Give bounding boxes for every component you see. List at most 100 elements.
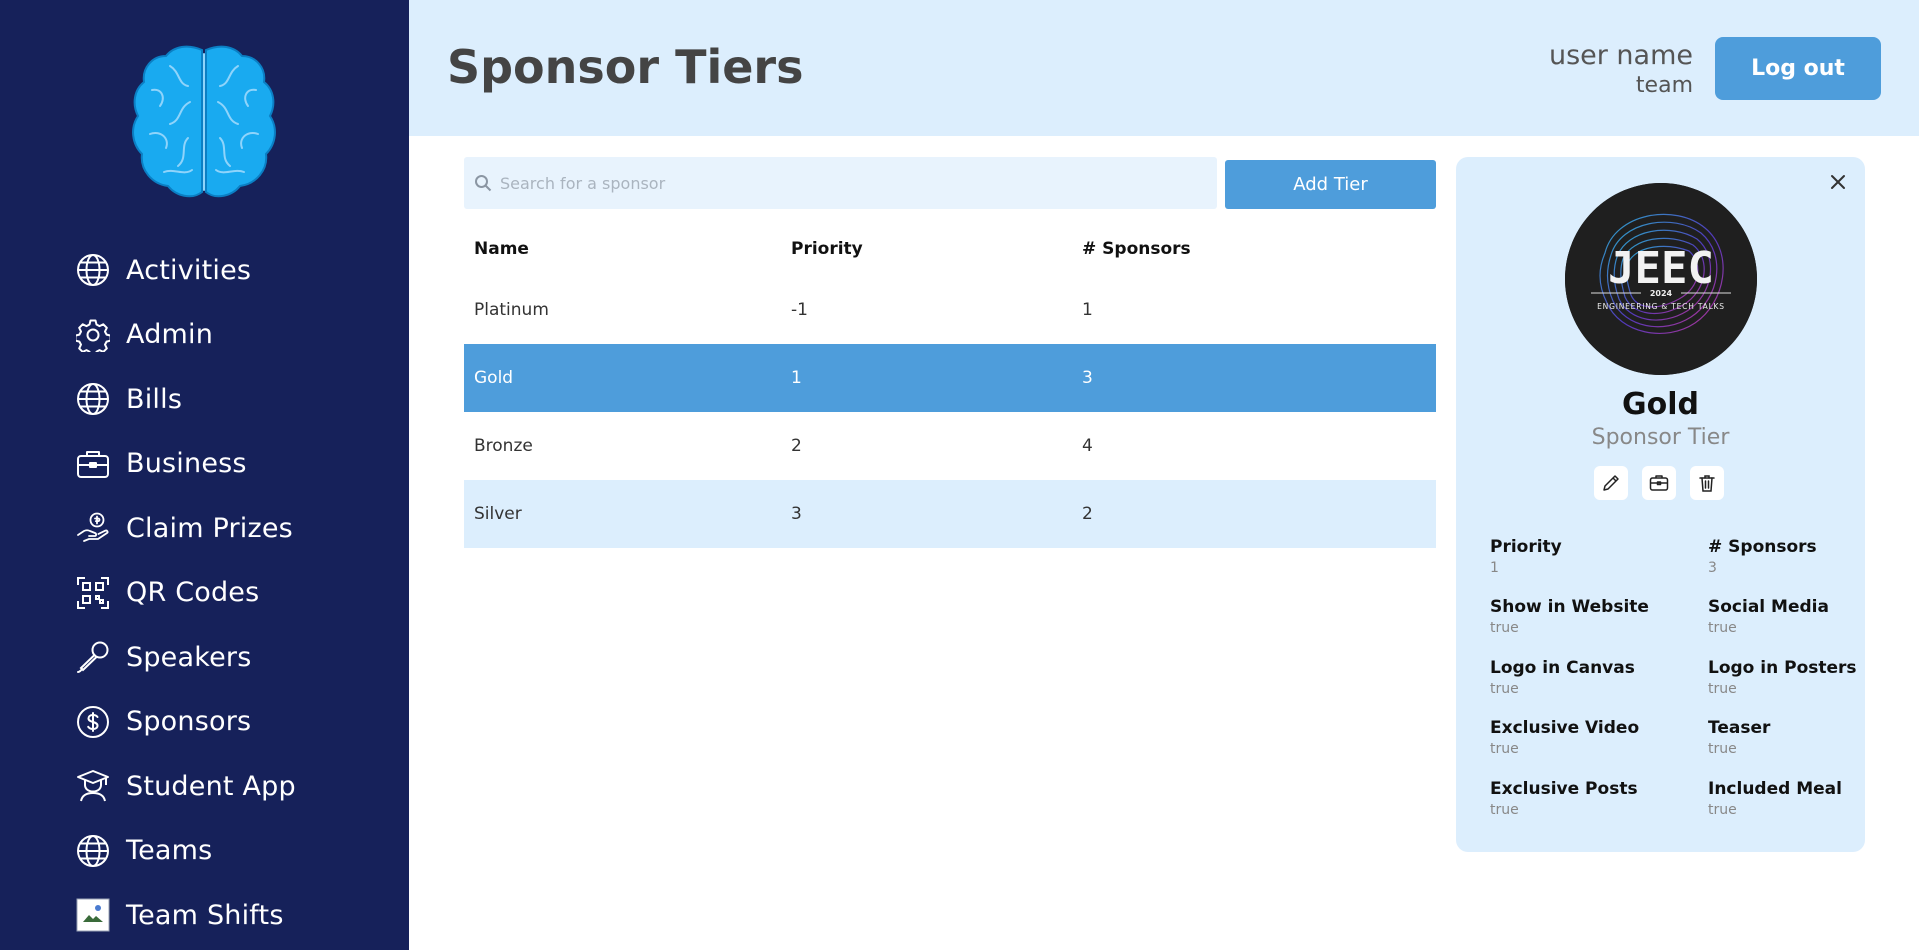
broken-image-icon — [75, 897, 111, 933]
sidebar-item-label: Team Shifts — [126, 899, 284, 931]
field-label: Priority — [1490, 537, 1562, 557]
sidebar-item-label: Bills — [126, 383, 183, 415]
table-row[interactable]: Silver 3 2 — [464, 480, 1436, 548]
qr-code-icon — [75, 575, 111, 611]
user-info: user name team — [1549, 40, 1693, 98]
column-header-name[interactable]: Name — [464, 239, 781, 259]
sidebar-item-label: Activities — [126, 254, 252, 286]
add-tier-button[interactable]: Add Tier — [1225, 160, 1436, 209]
sidebar-item-speakers[interactable]: Speakers — [75, 625, 296, 690]
globe-icon — [75, 252, 111, 288]
field-value: true — [1708, 741, 1737, 757]
search-input[interactable] — [500, 173, 1200, 193]
cell-priority: 2 — [791, 436, 802, 456]
field-label: Teaser — [1708, 718, 1771, 738]
column-header-priority[interactable]: Priority — [781, 239, 1072, 259]
logo-title: JEEC — [1608, 243, 1714, 294]
user-team: team — [1635, 73, 1693, 98]
field-value: true — [1490, 681, 1519, 697]
sidebar-item-bills[interactable]: Bills — [75, 367, 296, 432]
cell-priority: -1 — [791, 300, 808, 320]
sidebar-item-admin[interactable]: Admin — [75, 303, 296, 368]
field-show-in-website: Show in Website true — [1490, 597, 1649, 636]
field-label: Social Media — [1708, 597, 1829, 617]
dollar-circle-icon — [75, 704, 111, 740]
sidebar-item-qr-codes[interactable]: QR Codes — [75, 561, 296, 626]
field-logo-in-posters: Logo in Posters true — [1708, 658, 1857, 697]
sidebar-item-label: Admin — [126, 319, 214, 351]
sidebar-item-label: Teams — [126, 835, 213, 867]
gear-icon — [75, 317, 111, 353]
sidebar: Activities Admin Bills Business Claim Pr… — [0, 0, 409, 950]
field-value: 1 — [1490, 560, 1499, 576]
sponsors-button[interactable] — [1642, 466, 1676, 500]
search-icon — [475, 175, 492, 192]
table-row[interactable]: Platinum -1 1 — [464, 276, 1436, 344]
table-header: Name Priority # Sponsors — [464, 222, 1436, 276]
sidebar-item-label: Claim Prizes — [126, 512, 293, 544]
sidebar-item-label: Sponsors — [126, 706, 252, 738]
field-label: Show in Website — [1490, 597, 1649, 617]
cell-name: Platinum — [474, 300, 549, 320]
logo-year: 2024 — [1650, 289, 1673, 298]
briefcase-icon — [1649, 475, 1669, 491]
field-label: Logo in Canvas — [1490, 658, 1635, 678]
sponsor-tier-logo: JEEC 2024 ENGINEERING & TECH TALKS — [1565, 183, 1757, 375]
page-title: Sponsor Tiers — [447, 40, 804, 94]
brain-icon — [132, 45, 276, 198]
edit-button[interactable] — [1594, 466, 1628, 500]
field-priority: Priority 1 — [1490, 537, 1562, 576]
sidebar-item-team-shifts[interactable]: Team Shifts — [75, 883, 296, 948]
tier-name: Gold — [1622, 387, 1699, 422]
field-included-meal: Included Meal true — [1708, 779, 1842, 818]
field-exclusive-video: Exclusive Video true — [1490, 718, 1639, 757]
sidebar-item-activities[interactable]: Activities — [75, 238, 296, 303]
table-row[interactable]: Bronze 2 4 — [464, 412, 1436, 480]
sponsor-tiers-table: Name Priority # Sponsors Platinum -1 1 G… — [464, 222, 1436, 548]
search-bar — [464, 157, 1217, 209]
cell-sponsors: 4 — [1082, 436, 1093, 456]
microphone-icon — [75, 639, 111, 675]
column-header-sponsors[interactable]: # Sponsors — [1072, 239, 1436, 259]
field-label: Logo in Posters — [1708, 658, 1857, 678]
tier-actions — [1594, 466, 1724, 500]
field-label: Exclusive Posts — [1490, 779, 1638, 799]
cell-sponsors: 2 — [1082, 504, 1093, 524]
sidebar-item-label: Speakers — [126, 641, 252, 673]
cell-name: Bronze — [474, 436, 533, 456]
close-icon[interactable] — [1825, 169, 1851, 195]
user-name: user name — [1548, 40, 1693, 71]
table-row-selected[interactable]: Gold 1 3 — [464, 344, 1436, 412]
sidebar-item-label: Business — [126, 448, 247, 480]
cell-priority: 1 — [791, 368, 802, 388]
field-label: Included Meal — [1708, 779, 1842, 799]
field-value: true — [1708, 681, 1737, 697]
sidebar-item-label: QR Codes — [126, 577, 260, 609]
field-teaser: Teaser true — [1708, 718, 1770, 757]
logout-button[interactable]: Log out — [1715, 37, 1881, 100]
field-value: true — [1490, 802, 1519, 818]
field-value: true — [1708, 620, 1737, 636]
field-value: true — [1490, 620, 1519, 636]
sidebar-item-business[interactable]: Business — [75, 432, 296, 497]
hand-coin-icon — [75, 510, 111, 546]
sidebar-item-teams[interactable]: Teams — [75, 819, 296, 884]
sidebar-item-claim-prizes[interactable]: Claim Prizes — [75, 496, 296, 561]
delete-button[interactable] — [1690, 466, 1724, 500]
briefcase-icon — [75, 446, 111, 482]
logo-tagline: ENGINEERING & TECH TALKS — [1597, 302, 1725, 311]
pencil-icon — [1603, 475, 1619, 491]
cell-name: Silver — [474, 504, 522, 524]
cell-sponsors: 3 — [1082, 368, 1093, 388]
trash-icon — [1699, 475, 1715, 492]
tier-subtitle: Sponsor Tier — [1591, 425, 1730, 450]
sidebar-item-sponsors[interactable]: Sponsors — [75, 690, 296, 755]
sidebar-nav: Activities Admin Bills Business Claim Pr… — [75, 238, 296, 948]
field-label: Exclusive Video — [1490, 718, 1640, 738]
sidebar-item-label: Student App — [126, 770, 296, 802]
cell-name: Gold — [474, 368, 514, 388]
student-icon — [75, 768, 111, 804]
field-social-media: Social Media true — [1708, 597, 1829, 636]
cell-sponsors: 1 — [1082, 300, 1093, 320]
sidebar-item-student-app[interactable]: Student App — [75, 754, 296, 819]
